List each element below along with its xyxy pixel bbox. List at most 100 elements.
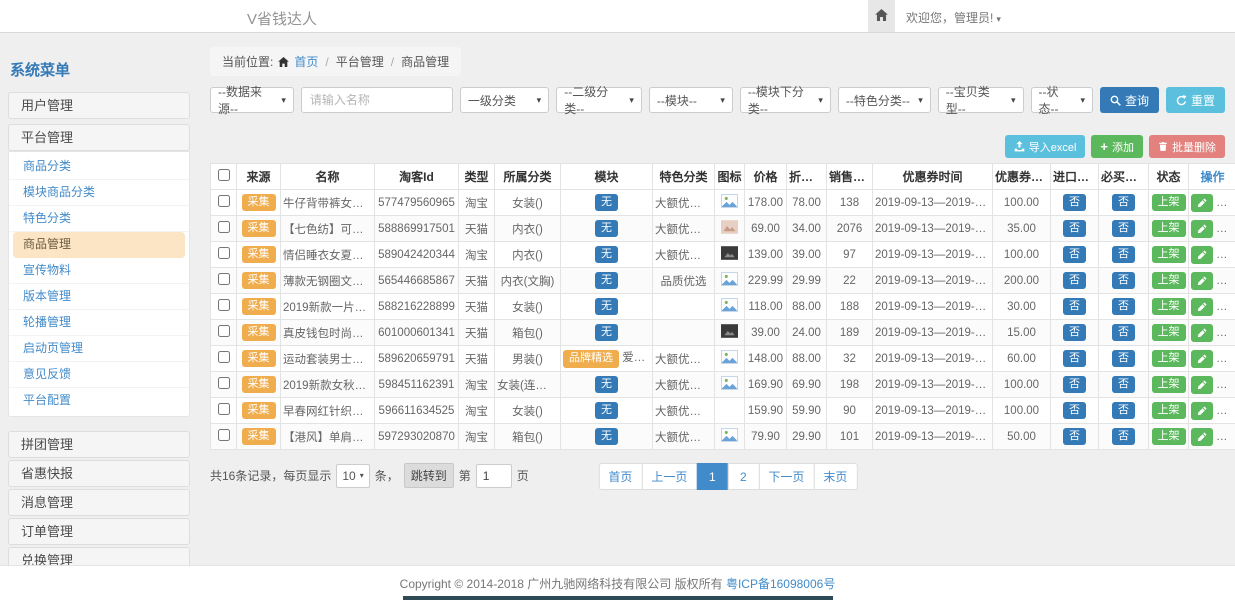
must-buy-badge[interactable]: 否 bbox=[1112, 272, 1135, 289]
home-button[interactable] bbox=[868, 0, 895, 32]
jump-page-input[interactable] bbox=[476, 464, 512, 488]
must-buy-badge[interactable]: 否 bbox=[1112, 194, 1135, 211]
sidebar-item[interactable]: 意见反馈 bbox=[9, 362, 189, 388]
row-checkbox[interactable] bbox=[218, 273, 230, 285]
page-button-下一页[interactable]: 下一页 bbox=[758, 463, 814, 490]
sidebar-group-2[interactable]: 平台管理 bbox=[8, 124, 190, 151]
imported-badge[interactable]: 否 bbox=[1063, 272, 1086, 289]
must-buy-badge[interactable]: 否 bbox=[1112, 402, 1135, 419]
imported-badge[interactable]: 否 bbox=[1063, 194, 1086, 211]
item-type-select[interactable]: --宝贝类型--▾ bbox=[938, 87, 1024, 113]
status-badge[interactable]: 上架 bbox=[1152, 324, 1186, 341]
sidebar-group-1[interactable]: 用户管理 bbox=[8, 92, 190, 119]
status-select[interactable]: --状态--▾ bbox=[1031, 87, 1093, 113]
must-buy-badge[interactable]: 否 bbox=[1112, 324, 1135, 341]
horizontal-scrollbar-thumb[interactable] bbox=[403, 596, 833, 600]
batch-delete-button[interactable]: 批量删除 bbox=[1149, 135, 1225, 158]
page-button-1[interactable]: 1 bbox=[696, 463, 728, 490]
status-badge[interactable]: 上架 bbox=[1152, 194, 1186, 211]
status-badge[interactable]: 上架 bbox=[1152, 220, 1186, 237]
edit-button[interactable] bbox=[1191, 220, 1213, 238]
sidebar-item[interactable]: 特色分类 bbox=[9, 206, 189, 232]
page-button-末页[interactable]: 末页 bbox=[813, 463, 857, 490]
edit-button[interactable] bbox=[1191, 324, 1213, 342]
level2-category-select[interactable]: --二级分类--▾ bbox=[556, 87, 642, 113]
sidebar-group-3[interactable]: 拼团管理 bbox=[8, 431, 190, 458]
row-checkbox[interactable] bbox=[218, 325, 230, 337]
imported-badge[interactable]: 否 bbox=[1063, 298, 1086, 315]
page-button-首页[interactable]: 首页 bbox=[598, 463, 642, 490]
per-page-select[interactable]: 10▾ bbox=[336, 464, 369, 488]
must-buy-badge[interactable]: 否 bbox=[1112, 220, 1135, 237]
sidebar-item[interactable]: 平台配置 bbox=[9, 388, 189, 414]
edit-button[interactable] bbox=[1191, 350, 1213, 368]
search-button[interactable]: 查询 bbox=[1100, 87, 1159, 113]
coupon-time-cell: 2019-09-13—2019-09-20 bbox=[873, 320, 993, 346]
edit-button[interactable] bbox=[1191, 246, 1213, 264]
status-badge[interactable]: 上架 bbox=[1152, 402, 1186, 419]
feature-category-select[interactable]: --特色分类--▾ bbox=[838, 87, 931, 113]
imported-badge[interactable]: 否 bbox=[1063, 324, 1086, 341]
add-button[interactable]: + 添加 bbox=[1091, 135, 1143, 158]
breadcrumb-home-link[interactable]: 首页 bbox=[294, 53, 318, 70]
row-checkbox[interactable] bbox=[218, 247, 230, 259]
status-badge[interactable]: 上架 bbox=[1152, 428, 1186, 445]
edit-button[interactable] bbox=[1191, 428, 1213, 446]
sidebar-group-4[interactable]: 省惠快报 bbox=[8, 460, 190, 487]
must-buy-badge[interactable]: 否 bbox=[1112, 428, 1135, 445]
sidebar-item[interactable]: 商品分类 bbox=[9, 154, 189, 180]
row-checkbox[interactable] bbox=[218, 377, 230, 389]
sidebar-item[interactable]: 模块商品分类 bbox=[9, 180, 189, 206]
jump-button[interactable]: 跳转到 bbox=[404, 463, 454, 488]
row-checkbox[interactable] bbox=[218, 351, 230, 363]
import-excel-button[interactable]: 导入excel bbox=[1005, 135, 1086, 158]
status-badge[interactable]: 上架 bbox=[1152, 246, 1186, 263]
imported-badge[interactable]: 否 bbox=[1063, 376, 1086, 393]
sidebar-group-5[interactable]: 消息管理 bbox=[8, 489, 190, 516]
sidebar-item[interactable]: 轮播管理 bbox=[9, 310, 189, 336]
sidebar-group-6[interactable]: 订单管理 bbox=[8, 518, 190, 545]
imported-badge[interactable]: 否 bbox=[1063, 428, 1086, 445]
status-badge[interactable]: 上架 bbox=[1152, 376, 1186, 393]
sidebar-item[interactable]: 启动页管理 bbox=[9, 336, 189, 362]
must-buy-badge[interactable]: 否 bbox=[1112, 350, 1135, 367]
row-checkbox[interactable] bbox=[218, 403, 230, 415]
sidebar-item[interactable]: 宣传物料 bbox=[9, 258, 189, 284]
select-all-checkbox[interactable] bbox=[218, 169, 230, 181]
chevron-down-icon: ▾ bbox=[1011, 95, 1016, 106]
name-search-input[interactable] bbox=[301, 87, 453, 113]
reset-button[interactable]: 重置 bbox=[1166, 87, 1225, 113]
page-button-2[interactable]: 2 bbox=[727, 463, 759, 490]
must-buy-badge[interactable]: 否 bbox=[1112, 298, 1135, 315]
must-buy-badge[interactable]: 否 bbox=[1112, 246, 1135, 263]
row-checkbox[interactable] bbox=[218, 221, 230, 233]
module-select[interactable]: --模块--▾ bbox=[649, 87, 733, 113]
imported-badge[interactable]: 否 bbox=[1063, 402, 1086, 419]
column-header: 淘客Id bbox=[375, 164, 459, 190]
level1-category-select[interactable]: 一级分类▾ bbox=[460, 87, 549, 113]
module-subcategory-select[interactable]: --模块下分类--▾ bbox=[740, 87, 831, 113]
imported-badge[interactable]: 否 bbox=[1063, 220, 1086, 237]
row-checkbox[interactable] bbox=[218, 429, 230, 441]
user-menu[interactable]: 欢迎您，管理员!▾ bbox=[906, 9, 1001, 26]
status-badge[interactable]: 上架 bbox=[1152, 298, 1186, 315]
edit-button[interactable] bbox=[1191, 272, 1213, 290]
edit-button[interactable] bbox=[1191, 194, 1213, 212]
imported-badge[interactable]: 否 bbox=[1063, 350, 1086, 367]
must-buy-badge[interactable]: 否 bbox=[1112, 376, 1135, 393]
sidebar-item[interactable]: 版本管理 bbox=[9, 284, 189, 310]
sidebar-item[interactable]: 商品管理 bbox=[13, 232, 185, 258]
imported-badge[interactable]: 否 bbox=[1063, 246, 1086, 263]
edit-button[interactable] bbox=[1191, 402, 1213, 420]
data-source-select[interactable]: --数据来源--▾ bbox=[210, 87, 294, 113]
status-badge[interactable]: 上架 bbox=[1152, 350, 1186, 367]
edit-button[interactable] bbox=[1191, 376, 1213, 394]
source-badge: 采集 bbox=[242, 402, 276, 419]
imported-cell: 否 bbox=[1051, 294, 1099, 320]
status-badge[interactable]: 上架 bbox=[1152, 272, 1186, 289]
edit-button[interactable] bbox=[1191, 298, 1213, 316]
row-checkbox[interactable] bbox=[218, 299, 230, 311]
row-checkbox[interactable] bbox=[218, 195, 230, 207]
page-button-上一页[interactable]: 上一页 bbox=[641, 463, 697, 490]
icp-link[interactable]: 粤ICP备16098006号 bbox=[726, 575, 835, 592]
